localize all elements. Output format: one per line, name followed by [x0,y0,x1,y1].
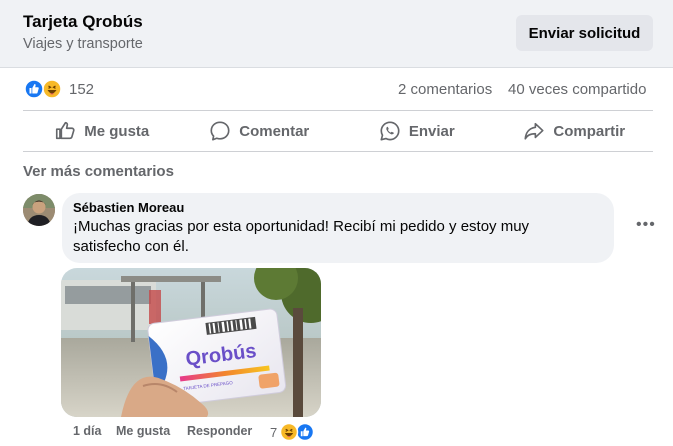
send-request-button[interactable]: Enviar solicitud [516,15,653,51]
post-stats: 152 2 comentarios 40 veces compartido [0,76,673,102]
comment-reply-button[interactable]: Responder [187,424,252,438]
comment-like-button[interactable]: Me gusta [116,424,170,438]
divider [23,151,653,152]
comment-attachment-photo[interactable]: Qrobús TARJETA DE PREPAGO [61,268,321,417]
like-button-label: Me gusta [84,122,150,140]
thumbs-up-icon [56,121,75,140]
send-button[interactable]: Enviar [338,112,496,150]
like-button[interactable]: Me gusta [23,112,181,150]
post-action-bar: Me gusta Comentar Enviar Compartir [23,112,653,150]
page-title[interactable]: Tarjeta Qrobús [23,12,143,32]
reaction-summary[interactable]: 152 [24,79,94,99]
page-category: Viajes y transporte [23,36,143,52]
send-button-label: Enviar [408,122,455,140]
shares-count-link[interactable]: 40 veces compartido [508,81,646,98]
more-options-icon[interactable]: ••• [636,216,656,234]
comment-bubble: Sébastien Moreau ¡Muchas gracias por est… [62,193,614,263]
comment-button-label: Comentar [239,122,310,140]
comment-author[interactable]: Sébastien Moreau [73,200,184,215]
reaction-count: 152 [69,80,95,98]
reaction-icons [24,79,62,99]
like-icon [24,79,44,99]
comment-button[interactable]: Comentar [181,112,339,150]
comments-count-link[interactable]: 2 comentarios [398,81,492,98]
profile-photo [23,194,55,226]
divider [23,110,653,111]
comment-reaction-count: 7 [270,424,278,440]
haha-icon [42,79,62,99]
comment-reactions[interactable]: 7 [270,422,315,442]
haha-icon [279,422,299,442]
comment-reaction-icons [279,422,315,442]
whatsapp-icon [380,121,400,141]
like-icon [295,422,315,442]
share-button[interactable]: Compartir [496,112,654,150]
comment-text: ¡Muchas gracias por esta oportunidad! Re… [73,218,530,255]
view-more-comments-link[interactable]: Ver más comentarios [23,163,174,180]
qrobus-card-photo: Qrobús TARJETA DE PREPAGO [61,268,321,417]
comment-icon [210,121,230,141]
share-icon [524,122,544,140]
comment-timestamp[interactable]: 1 día [73,424,102,438]
avatar[interactable] [23,194,55,226]
page-header: Tarjeta Qrobús Viajes y transporte Envia… [0,0,673,68]
share-button-label: Compartir [553,122,626,140]
